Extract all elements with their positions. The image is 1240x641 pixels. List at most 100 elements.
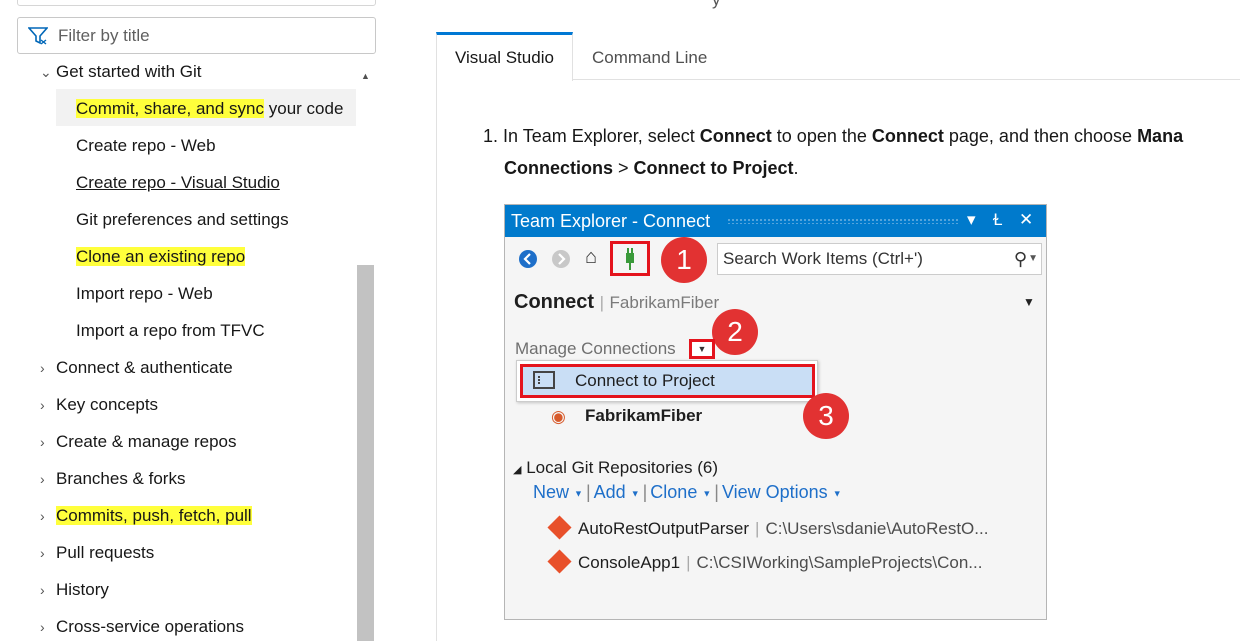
search-icon: ⚲ [1013,249,1027,269]
repo-item: ConsoleApp1 | C:\CSIWorking\SampleProjects… [547,549,983,574]
toc-item-commit-share-sync[interactable]: Commit, share, and sync your code [76,90,343,127]
pin-icon: Ɫ [993,210,1003,229]
team-explorer-screenshot: Team Explorer - Connect ▾ Ɫ ✕ ⌂ Search W… [504,204,1047,620]
step-text: In Team Explorer, select [503,126,700,146]
toc-item-get-started[interactable]: ⌄ Get started with Git [40,53,202,90]
callout-marker-2: 2 [712,309,758,355]
toc-item-history[interactable]: › History [40,571,109,608]
home-icon: ⌂ [585,246,598,268]
team-project-icon: ◉ [551,407,566,426]
filter-box[interactable] [17,17,376,54]
manage-connections-menu: Connect to Project [516,360,818,402]
scroll-up-arrow-icon[interactable]: ▲ [357,68,374,84]
step-text: . [793,158,799,178]
titlebar-grip [727,218,959,224]
manage-connections: Manage Connections [515,339,676,358]
repo-path: C:\Users\sdanie\AutoRestO... [765,519,989,538]
toc-label: Get started with Git [56,62,202,81]
step-bold: Connect [871,126,944,146]
git-icon [547,549,572,574]
callout-marker-1: 1 [661,237,707,283]
connect-project-icon [533,371,555,389]
toc-item-import-tfvc[interactable]: Import a repo from TFVC [76,312,265,349]
team-explorer-toolbar: ⌂ Search Work Items (Ctrl+') ⚲ ▼ [505,237,1046,281]
toc-item-commits-push-fetch-pull[interactable]: › Commits, push, fetch, pull [40,497,252,534]
search-work-items[interactable]: Search Work Items (Ctrl+') ⚲ ▼ [717,243,1042,275]
step-bold: Connections [504,158,614,178]
git-icon [547,515,572,540]
link-clone: Clone [650,482,698,502]
connect-label: Connect [514,291,594,313]
toc-label: Create repo - Web [76,136,216,155]
scrollbar-thumb[interactable] [357,265,374,641]
chevron-right-icon: › [40,508,45,524]
plug-icon [626,248,634,270]
toc-label: History [56,580,109,599]
link-view-options: View Options [721,482,828,502]
toc-item-git-preferences[interactable]: Git preferences and settings [76,201,289,238]
top-box-remnant [17,0,376,6]
toc-item-connect-authenticate[interactable]: › Connect & authenticate [40,349,233,386]
toc-label: Connect & authenticate [56,358,233,377]
chevron-right-icon: › [40,434,45,450]
toc-item-create-manage-repos[interactable]: › Create & manage repos [40,423,237,460]
local-repos-label: Local Git Repositories (6) [526,458,719,477]
search-placeholder: Search Work Items (Ctrl+') [723,249,923,268]
chevron-right-icon: › [40,582,45,598]
toc-item-cross-service[interactable]: › Cross-service operations [40,608,244,641]
connect-dropdown-icon: ▼ [1023,295,1035,309]
back-icon [519,250,537,268]
chevron-down-icon: ▼ [630,488,640,499]
chevron-down-icon: ⌄ [40,64,52,80]
filter-input[interactable] [58,25,358,46]
chevron-down-icon: ▼ [702,488,712,499]
toc-label: Create repo - Visual Studio [76,173,280,192]
toc-item-create-repo-vs[interactable]: Create repo - Visual Studio [76,164,280,201]
tab-bar: Visual Studio Command Line [436,32,1240,81]
chevron-down-icon: ▼ [574,488,583,499]
manage-connections-dropdown-icon: ▼ [689,339,715,359]
toc-label: Import a repo from TFVC [76,321,265,340]
chevron-down-icon: ▼ [1028,253,1038,264]
tab-visual-studio[interactable]: Visual Studio [436,32,573,81]
toc-item-clone-repo[interactable]: Clone an existing repo [76,238,246,275]
toc-label-highlighted: Commits, push, fetch, pull [56,506,252,525]
toc-item-import-repo-web[interactable]: Import repo - Web [76,275,213,312]
toc-label: Import repo - Web [76,284,213,303]
tab-command-line[interactable]: Command Line [574,32,725,80]
step-text: page, and then choose [943,126,1138,146]
repo-path: C:\CSIWorking\SampleProjects\Con... [696,553,983,572]
toc-label: Pull requests [56,543,155,562]
filter-icon [28,26,48,45]
toc-label: your code [264,99,344,118]
toc-item-key-concepts[interactable]: › Key concepts [40,386,158,423]
toc-label-highlighted: Clone an existing repo [76,247,246,266]
collapse-triangle-icon: ◢ [513,464,522,476]
chevron-down-icon: ▼ [832,488,842,499]
toc-item-create-repo-web[interactable]: Create repo - Web [76,127,216,164]
toc-item-branches-forks[interactable]: › Branches & forks [40,460,185,497]
project-name: FabrikamFiber [585,406,703,425]
dropdown-icon: ▾ [967,210,976,229]
toc-item-pull-requests[interactable]: › Pull requests [40,534,154,571]
step-text: > [613,158,634,178]
step-text: to open the [771,126,872,146]
step-1-instruction: 1. In Team Explorer, select Connect to o… [483,120,1240,184]
table-of-contents: ⌄Get started with Git Commit, share, and… [0,0,380,641]
repo-name: AutoRestOutputParser [578,519,750,538]
close-icon: ✕ [1019,210,1034,229]
chevron-right-icon: › [40,471,45,487]
link-new: New [533,482,570,502]
chevron-right-icon: › [40,545,45,561]
toc-list: ⌄ Get started with Git Commit, share, and… [0,53,356,641]
chevron-right-icon: › [40,619,45,635]
step-bold: Connect to Project [633,158,794,178]
link-add: Add [593,482,626,502]
chevron-right-icon: › [40,360,45,376]
connect-to-project-menu-item: Connect to Project [520,364,815,398]
chevron-right-icon: › [40,397,45,413]
step-bold: Connect [699,126,772,146]
repo-name: ConsoleApp1 [578,553,681,572]
connect-heading: Connect | FabrikamFiber [514,291,720,313]
forward-icon [552,250,570,268]
